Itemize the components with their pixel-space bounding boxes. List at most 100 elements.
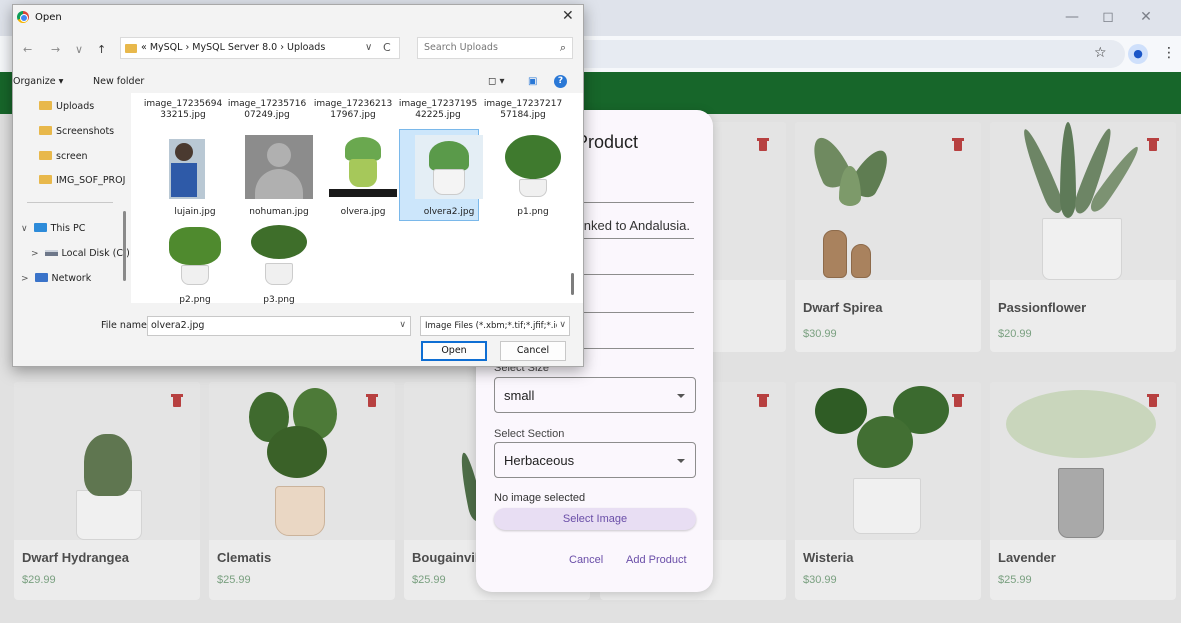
file-thumbnail[interactable] [245, 223, 313, 287]
product-name: Bougainvill [412, 550, 483, 565]
delete-icon[interactable] [952, 138, 964, 151]
file-name-selected[interactable]: olvera2.jpg [409, 207, 489, 217]
help-icon[interactable]: ? [554, 75, 567, 88]
chevron-down-icon[interactable]: ∨ [399, 320, 406, 330]
dialog-close-button[interactable]: ✕ [562, 8, 574, 24]
recent-locations-icon[interactable]: ∨ [75, 43, 83, 56]
nav-item-screen[interactable]: screen [39, 151, 88, 162]
expand-icon[interactable]: > [31, 249, 39, 259]
file-thumbnail[interactable] [329, 135, 397, 199]
delete-icon[interactable] [171, 394, 183, 407]
dialog-cancel-button[interactable]: Cancel [500, 341, 566, 361]
stock-field[interactable] [576, 312, 694, 313]
delete-icon[interactable] [366, 394, 378, 407]
size-select[interactable]: small [494, 377, 696, 413]
product-card[interactable]: Lavender $25.99 [990, 382, 1176, 600]
file-item[interactable]: image_17236213 17967.jpg [313, 99, 393, 121]
window-close-button[interactable]: ✕ [1131, 9, 1161, 25]
address-path-bar[interactable]: « MySQL › MySQL Server 8.0 › Uploads ∨ C [120, 37, 400, 59]
product-name: Lavender [998, 550, 1056, 565]
up-folder-icon[interactable]: ↑ [97, 43, 106, 56]
restore-button[interactable]: ◻ [1093, 9, 1123, 25]
product-card[interactable]: Dwarf Spirea $30.99 [795, 122, 981, 352]
browser-menu-icon[interactable]: ⋮ [1162, 45, 1176, 61]
file-thumbnail[interactable] [161, 223, 229, 287]
add-product-button[interactable]: Add Product [626, 554, 687, 566]
nav-divider [27, 202, 113, 203]
price-field[interactable] [576, 274, 694, 275]
product-card[interactable]: Clematis $25.99 [209, 382, 395, 600]
expand-icon[interactable]: > [21, 274, 29, 284]
forward-arrow-icon[interactable]: → [51, 43, 60, 56]
section-select[interactable]: Herbaceous [494, 442, 696, 478]
back-arrow-icon[interactable]: ← [23, 43, 32, 56]
dropdown-arrow-icon [677, 394, 685, 398]
folder-icon [39, 175, 52, 184]
bookmark-star-icon[interactable]: ☆ [1094, 45, 1107, 61]
chevron-down-icon[interactable]: ∨ [365, 42, 372, 53]
nav-item-screenshots[interactable]: Screenshots [39, 126, 114, 137]
file-name[interactable]: p2.png [155, 295, 235, 305]
search-icon[interactable]: ⌕ [560, 41, 566, 55]
file-item[interactable]: image_17235716 07249.jpg [227, 99, 307, 121]
file-thumbnail[interactable] [161, 135, 229, 199]
expand-icon[interactable]: ∨ [21, 224, 28, 234]
name-field[interactable] [576, 202, 694, 203]
product-card[interactable]: Wisteria $30.99 [795, 382, 981, 600]
file-name[interactable]: p1.png [493, 207, 573, 217]
select-image-button[interactable]: Select Image [494, 508, 696, 530]
address-bar[interactable] [560, 40, 1125, 68]
product-card[interactable]: Dwarf Hydrangea $29.99 [14, 382, 200, 600]
file-name[interactable]: lujain.jpg [155, 207, 235, 217]
profile-avatar[interactable]: ● [1128, 44, 1148, 64]
delete-icon[interactable] [1147, 394, 1159, 407]
preview-pane-icon[interactable]: ▣ [528, 76, 537, 87]
extra-field[interactable] [576, 348, 694, 349]
filename-input[interactable] [151, 320, 391, 331]
file-name[interactable]: olvera.jpg [323, 207, 403, 217]
file-item[interactable]: image_17235694 33215.jpg [143, 99, 223, 121]
product-card[interactable]: Passionflower $20.99 [990, 122, 1176, 352]
filetype-value: Image Files (*.xbm;*.tif;*.jfif;*.icc [425, 321, 557, 331]
file-name[interactable]: nohuman.jpg [239, 207, 319, 217]
nav-item-network[interactable]: > Network [21, 273, 91, 284]
nav-scrollbar[interactable] [123, 211, 126, 281]
modal-cancel-button[interactable]: Cancel [569, 554, 603, 566]
delete-icon[interactable] [952, 394, 964, 407]
file-list-scrollbar[interactable] [571, 273, 574, 295]
file-thumbnail[interactable] [499, 135, 567, 199]
file-thumbnail[interactable] [415, 135, 483, 199]
delete-icon[interactable] [1147, 138, 1159, 151]
nav-item-this-pc[interactable]: ∨ This PC [21, 223, 85, 234]
section-select-value: Herbaceous [504, 453, 575, 468]
open-button[interactable]: Open [421, 341, 487, 361]
delete-icon[interactable] [757, 138, 769, 151]
folder-icon [39, 151, 52, 160]
minimize-button[interactable]: — [1057, 9, 1087, 25]
breadcrumb[interactable]: « MySQL › MySQL Server 8.0 › Uploads [141, 42, 325, 53]
file-item[interactable]: image_17237217 57184.jpg [483, 99, 563, 121]
search-input[interactable] [424, 42, 544, 53]
nav-item-uploads[interactable]: Uploads [39, 101, 94, 112]
folder-icon [39, 126, 52, 135]
file-name[interactable]: p3.png [239, 295, 319, 305]
organize-button[interactable]: Organize ▾ [13, 76, 63, 87]
chrome-logo-icon [17, 11, 29, 23]
description-field[interactable] [576, 238, 694, 239]
file-thumbnail[interactable] [245, 135, 313, 199]
nav-item-local-disk[interactable]: > Local Disk (C:) [31, 248, 130, 259]
filetype-select[interactable]: Image Files (*.xbm;*.tif;*.jfif;*.icc ∨ [420, 316, 570, 336]
new-folder-button[interactable]: New folder [93, 76, 144, 87]
product-price: $30.99 [803, 574, 837, 586]
section-label: Select Section [494, 428, 565, 440]
chevron-down-icon[interactable]: ∨ [559, 320, 566, 330]
delete-icon[interactable] [757, 394, 769, 407]
filename-field[interactable]: ∨ [147, 316, 411, 336]
nav-item-img-sof-proj[interactable]: IMG_SOF_PROJ [39, 175, 125, 186]
change-view-icon[interactable]: ◻ ▾ [488, 76, 505, 87]
navigation-pane: Uploads Screenshots screen IMG_SOF_PROJ … [13, 93, 131, 297]
file-item[interactable]: image_17237195 42225.jpg [398, 99, 478, 121]
refresh-icon[interactable]: C [383, 41, 391, 54]
product-price: $25.99 [998, 574, 1032, 586]
search-box[interactable]: ⌕ [417, 37, 573, 59]
